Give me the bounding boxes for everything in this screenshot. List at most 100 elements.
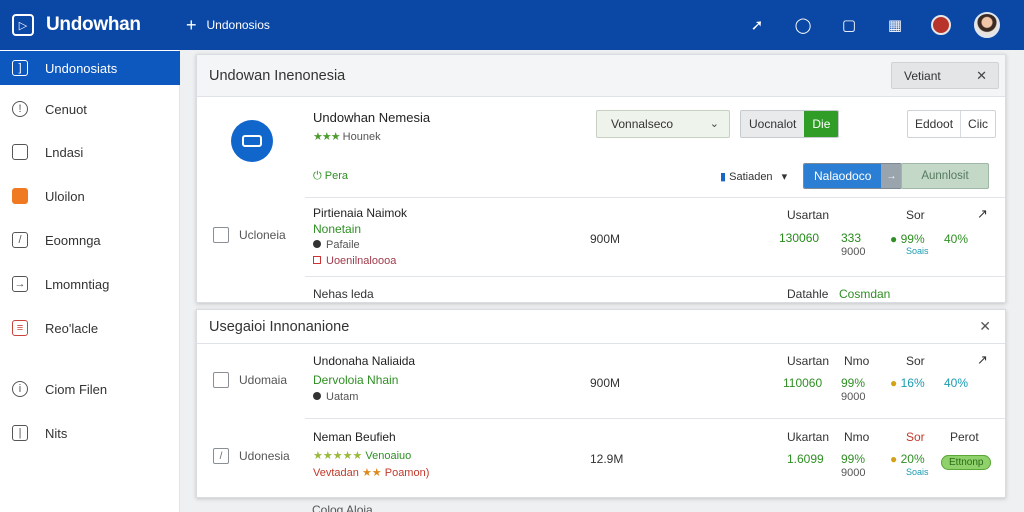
tag-icon[interactable]: ◯ <box>780 0 826 50</box>
status-indicator: ⏻ Pera <box>313 170 348 183</box>
row-pct1: ● 99% <box>890 232 925 246</box>
split-button-label[interactable]: Uocnalot <box>741 111 805 137</box>
pencil-icon[interactable]: ➚ <box>734 0 780 50</box>
column-header-b: Nmo <box>844 430 870 444</box>
checkbox[interactable]: / <box>213 448 229 464</box>
leaf-icon: ● <box>890 232 898 246</box>
top-actions: ➚ ◯ ▢ ▦ <box>734 0 1010 50</box>
row-pct1-sub: Soais <box>906 246 929 256</box>
sidebar-item-lmomntiag[interactable]: → Lmomntiag <box>0 267 180 301</box>
document-icon: ▮ <box>720 171 727 183</box>
split-button-action[interactable]: Die <box>804 111 839 137</box>
checkbox-label: Udonesia <box>239 449 290 463</box>
company-panel: Undowan Inenonesia Vetiant ✕ Undowhan Ne… <box>196 54 1006 303</box>
rating-stars: ★★★★★ <box>313 450 363 462</box>
status-label: Pera <box>324 170 349 182</box>
info-icon: i <box>12 381 28 397</box>
app-logo-icon: ▷ <box>12 14 34 36</box>
plus-icon: + <box>186 15 197 35</box>
row-v1: 333 <box>841 231 862 245</box>
sidebar: ] Undonosiats ! Cenuot Lndasi Uloilon / … <box>0 50 180 512</box>
company-name: Undowhan Nemesia <box>313 110 431 125</box>
edit-button[interactable]: Eddoot <box>908 111 960 137</box>
sidebar-item-label: Reo'lacle <box>45 320 99 336</box>
row-pct1-text: 16% <box>900 376 925 390</box>
rating-stars: ★★★ <box>313 131 341 143</box>
sort-dropdown[interactable]: ▮ Satiaden ▾ <box>720 170 787 183</box>
column-header-2: Sor <box>906 354 925 368</box>
new-button[interactable]: + Undonosios <box>186 16 270 34</box>
row-amount: 900M <box>590 232 621 246</box>
column-header: Usartan <box>787 354 830 368</box>
copy-button[interactable]: Ciic <box>960 111 995 137</box>
table-row-checkbox[interactable]: Udomaia <box>213 372 287 388</box>
row-value: 130060 <box>779 231 820 245</box>
expand-icon[interactable]: ↗ <box>977 206 988 222</box>
split-button[interactable]: Uocnalot Die <box>740 110 840 138</box>
sidebar-item-lndasi[interactable]: Lndasi <box>0 135 180 169</box>
power-icon: ⏻ <box>313 170 322 182</box>
sort-label: Satiaden <box>729 171 773 183</box>
panel-title: Undowan Inenonesia <box>209 67 346 84</box>
notification-avatar[interactable] <box>918 0 964 50</box>
row-v2: 9000 <box>841 246 866 258</box>
window-icon[interactable]: ▢ <box>826 0 872 50</box>
type-select[interactable]: Vonnalseco ⌄ <box>596 110 730 138</box>
row-rating: ★★★★★ Venoaiuo <box>313 449 411 462</box>
panel-header: Undowan Inenonesia Vetiant ✕ <box>197 55 1005 97</box>
app-name: Undowhan <box>46 14 141 35</box>
primary-button[interactable]: Nalaodoco → <box>803 163 903 189</box>
sidebar-item-label: Eoomnga <box>45 232 101 248</box>
new-button-label: Undonosios <box>206 18 270 32</box>
avatar <box>974 12 1000 38</box>
user-avatar[interactable] <box>964 0 1010 50</box>
table-row-checkbox[interactable]: Ucloneia <box>213 227 286 243</box>
sidebar-item-uloilon[interactable]: Uloilon <box>0 179 180 213</box>
report-icon: ≡ <box>12 320 28 336</box>
rating-text: Venoaiuo <box>365 450 412 462</box>
row-pct1-sub: Soais <box>906 467 929 477</box>
row-v2: 9000 <box>841 391 866 403</box>
dot-icon <box>313 240 321 248</box>
row-pct2: 40% <box>944 232 969 246</box>
variant-button-label: Vetiant <box>904 68 941 83</box>
rating-text: Hounek <box>342 131 381 143</box>
edit-pair-button: Eddoot Ciic <box>907 110 997 138</box>
sidebar-item-label: Lndasi <box>45 144 84 160</box>
row-line3: Pafaile <box>313 239 360 251</box>
sidebar-item-ciom-filen[interactable]: i Ciom Filen <box>0 372 180 406</box>
sidebar-item-nits[interactable]: | Nits <box>0 416 180 450</box>
sidebar-item-reolacle[interactable]: ≡ Reo'lacle <box>0 311 180 345</box>
row-line4: Uoenilnaloooa <box>313 255 396 267</box>
sidebar-item-cenuot[interactable]: ! Cenuot <box>0 92 180 126</box>
trophy-icon: ● <box>890 376 898 390</box>
status-pill: Ettnonp <box>941 452 992 470</box>
flag-icon <box>313 256 321 264</box>
row-pct1: ● 16% <box>890 376 925 390</box>
row-v1: 99% <box>841 452 866 466</box>
row-v1: 99% <box>841 376 866 390</box>
checkbox[interactable] <box>213 372 229 388</box>
company-logo-icon <box>231 120 273 162</box>
clock-icon: ! <box>12 101 28 117</box>
secondary-button[interactable]: Aunnlosit <box>901 163 989 189</box>
row-line3: Uatam <box>313 391 358 403</box>
edit-icon: / <box>12 232 28 248</box>
sidebar-item-label: Lmomntiag <box>45 276 110 292</box>
sidebar-item-label: Cenuot <box>45 101 87 117</box>
login-icon: → <box>12 276 28 292</box>
checkbox-label: Udomaia <box>239 373 288 387</box>
variant-button[interactable]: Vetiant ✕ <box>891 62 999 89</box>
table-row-checkbox[interactable]: / Udonesia <box>213 448 290 464</box>
sidebar-item-undonosiats[interactable]: ] Undonosiats <box>0 51 180 85</box>
calendar-icon[interactable]: ▦ <box>872 0 918 50</box>
column-header-2: Sor <box>906 208 925 222</box>
expand-icon[interactable]: ↗ <box>977 352 988 368</box>
checkbox[interactable] <box>213 227 229 243</box>
sidebar-item-eoomnga[interactable]: / Eoomnga <box>0 223 180 257</box>
close-icon[interactable]: ✕ <box>976 68 987 84</box>
row-subtitle: Dervoloia Nhain <box>313 373 399 387</box>
brand[interactable]: ▷ Undowhan <box>0 14 180 36</box>
column-header-b: Nmo <box>844 354 870 368</box>
close-icon[interactable]: ✕ <box>979 318 991 335</box>
